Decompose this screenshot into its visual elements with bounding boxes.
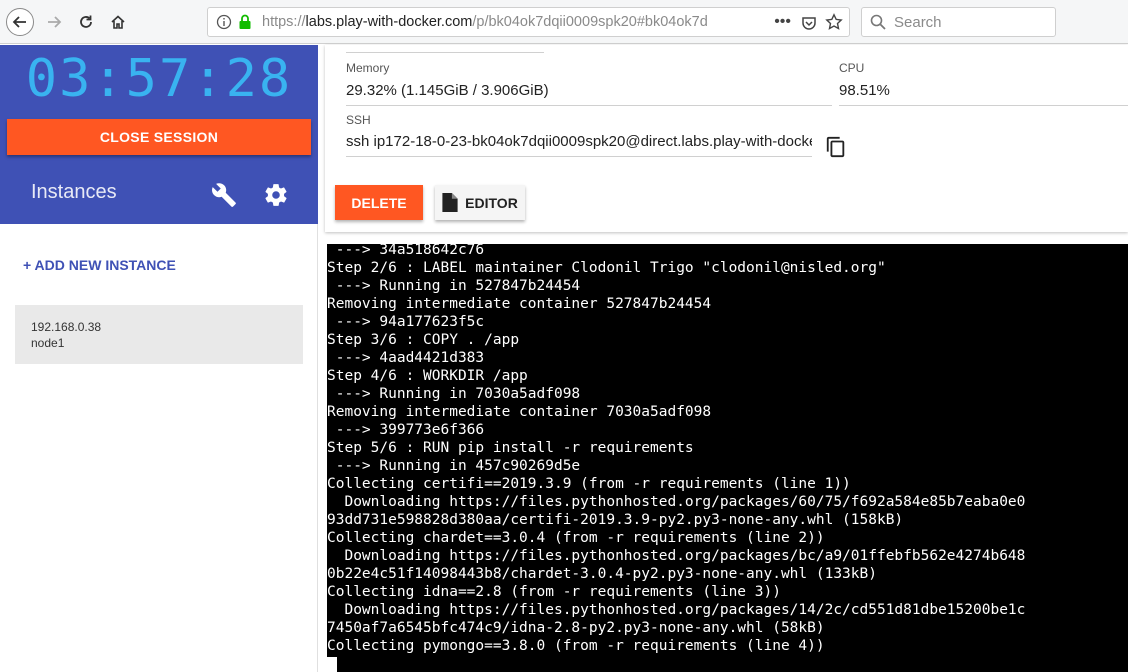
browser-toolbar: https://labs.play-with-docker.com/p/bk04… xyxy=(0,0,1128,44)
terminal-line: ---> 4aad4421d383 xyxy=(327,350,485,366)
delete-button[interactable]: DELETE xyxy=(335,185,423,220)
search-icon xyxy=(870,14,886,30)
memory-label: Memory xyxy=(346,61,390,75)
instance-ip: 192.168.0.38 xyxy=(31,320,102,334)
terminal[interactable]: ---> 34a518642c76 Step 2/6 : LABEL mainta… xyxy=(327,244,1128,672)
editor-label: EDITOR xyxy=(465,194,518,211)
copy-icon[interactable] xyxy=(825,135,847,159)
reload-button[interactable] xyxy=(72,8,100,36)
terminal-line: Downloading https://files.pythonhosted.o… xyxy=(327,548,1026,564)
cpu-label: CPU xyxy=(839,61,865,75)
file-icon xyxy=(442,193,458,212)
terminal-line: Downloading https://files.pythonhosted.o… xyxy=(327,494,1026,510)
terminal-line: Downloading https://files.pythonhosted.o… xyxy=(327,602,1026,618)
terminal-output: ---> 34a518642c76 Step 2/6 : LABEL mainta… xyxy=(327,244,1128,655)
terminal-line: Collecting pymongo==3.8.0 (from -r requi… xyxy=(327,638,825,654)
more-icon[interactable]: ••• xyxy=(774,13,791,31)
sidebar: 03:57:28 CLOSE SESSION Instances + ADD N… xyxy=(0,45,318,672)
instances-title: Instances xyxy=(31,181,117,203)
star-icon[interactable] xyxy=(825,13,843,31)
memory-value: 29.32% (1.145GiB / 3.906GiB) xyxy=(346,82,832,106)
forward-button[interactable] xyxy=(40,8,68,36)
terminal-line: Removing intermediate container 527847b2… xyxy=(327,296,712,312)
terminal-line: Removing intermediate container 7030a5ad… xyxy=(327,404,712,420)
terminal-line: Step 5/6 : RUN pip install -r requiremen… xyxy=(327,440,694,456)
terminal-line: Step 3/6 : COPY . /app xyxy=(327,332,520,348)
main-panel: 192.168.0.38 Memory 29.32% (1.145GiB / 3… xyxy=(319,45,1128,672)
lock-icon[interactable] xyxy=(238,14,252,30)
editor-button[interactable]: EDITOR xyxy=(435,185,525,220)
terminal-line: 93dd731e598828d380aa/certifi-2019.3.9-py… xyxy=(327,512,904,528)
terminal-line: ---> 94a177623f5c xyxy=(327,314,485,330)
terminal-line: Step 2/6 : LABEL maintainer Clodonil Tri… xyxy=(327,260,886,276)
instance-info-card: 192.168.0.38 Memory 29.32% (1.145GiB / 3… xyxy=(325,45,1128,232)
terminal-line: ---> Running in 7030a5adf098 xyxy=(327,386,581,402)
terminal-line: 7450af7a6545bfc474c9/idna-2.8-py2.py3-no… xyxy=(327,620,825,636)
forward-arrow-icon xyxy=(48,16,62,28)
search-placeholder: Search xyxy=(894,13,942,31)
close-session-button[interactable]: CLOSE SESSION xyxy=(7,119,311,155)
terminal-line: Collecting chardet==3.0.4 (from -r requi… xyxy=(327,530,825,546)
instance-name: node1 xyxy=(31,336,65,350)
back-button[interactable] xyxy=(6,8,34,36)
back-arrow-icon xyxy=(12,16,26,28)
ssh-label: SSH xyxy=(346,113,371,127)
pocket-icon[interactable] xyxy=(801,15,817,31)
home-icon xyxy=(111,15,125,29)
terminal-line: 0b22e4c51f14098443b8/chardet-3.0.4-py2.p… xyxy=(327,566,877,582)
terminal-line: Collecting certifi==2019.3.9 (from -r re… xyxy=(327,476,851,492)
instance-item[interactable]: 192.168.0.38 node1 xyxy=(15,305,303,364)
url-text[interactable]: https://labs.play-with-docker.com/p/bk04… xyxy=(262,14,767,30)
cpu-value: 98.51% xyxy=(839,82,1128,106)
terminal-line: ---> 399773e6f366 xyxy=(327,422,485,438)
terminal-line: Step 4/6 : WORKDIR /app xyxy=(327,368,528,384)
home-button[interactable] xyxy=(104,8,132,36)
add-new-instance-button[interactable]: + ADD NEW INSTANCE xyxy=(23,257,176,273)
url-bar[interactable]: https://labs.play-with-docker.com/p/bk04… xyxy=(207,7,850,37)
terminal-line: ---> Running in 457c90269d5e xyxy=(327,458,581,474)
terminal-line: ---> Running in 527847b24454 xyxy=(327,278,581,294)
search-bar[interactable]: Search xyxy=(861,7,1056,37)
sidebar-header: 03:57:28 CLOSE SESSION Instances xyxy=(0,45,318,224)
terminal-line: ---> 34a518642c76 xyxy=(327,244,485,258)
terminal-line: Collecting idna==2.8 (from -r requiremen… xyxy=(327,584,781,600)
session-timer: 03:57:28 xyxy=(25,49,293,109)
terminal-cursor xyxy=(327,657,337,672)
ssh-command-field[interactable]: ssh ip172-18-0-23-bk04ok7dqii0009spk20@d… xyxy=(346,133,812,157)
reload-icon xyxy=(80,15,92,28)
info-icon[interactable] xyxy=(216,14,232,30)
gear-icon[interactable] xyxy=(263,182,289,208)
wrench-icon[interactable] xyxy=(211,182,237,208)
ip-field: 192.168.0.38 xyxy=(346,45,544,53)
